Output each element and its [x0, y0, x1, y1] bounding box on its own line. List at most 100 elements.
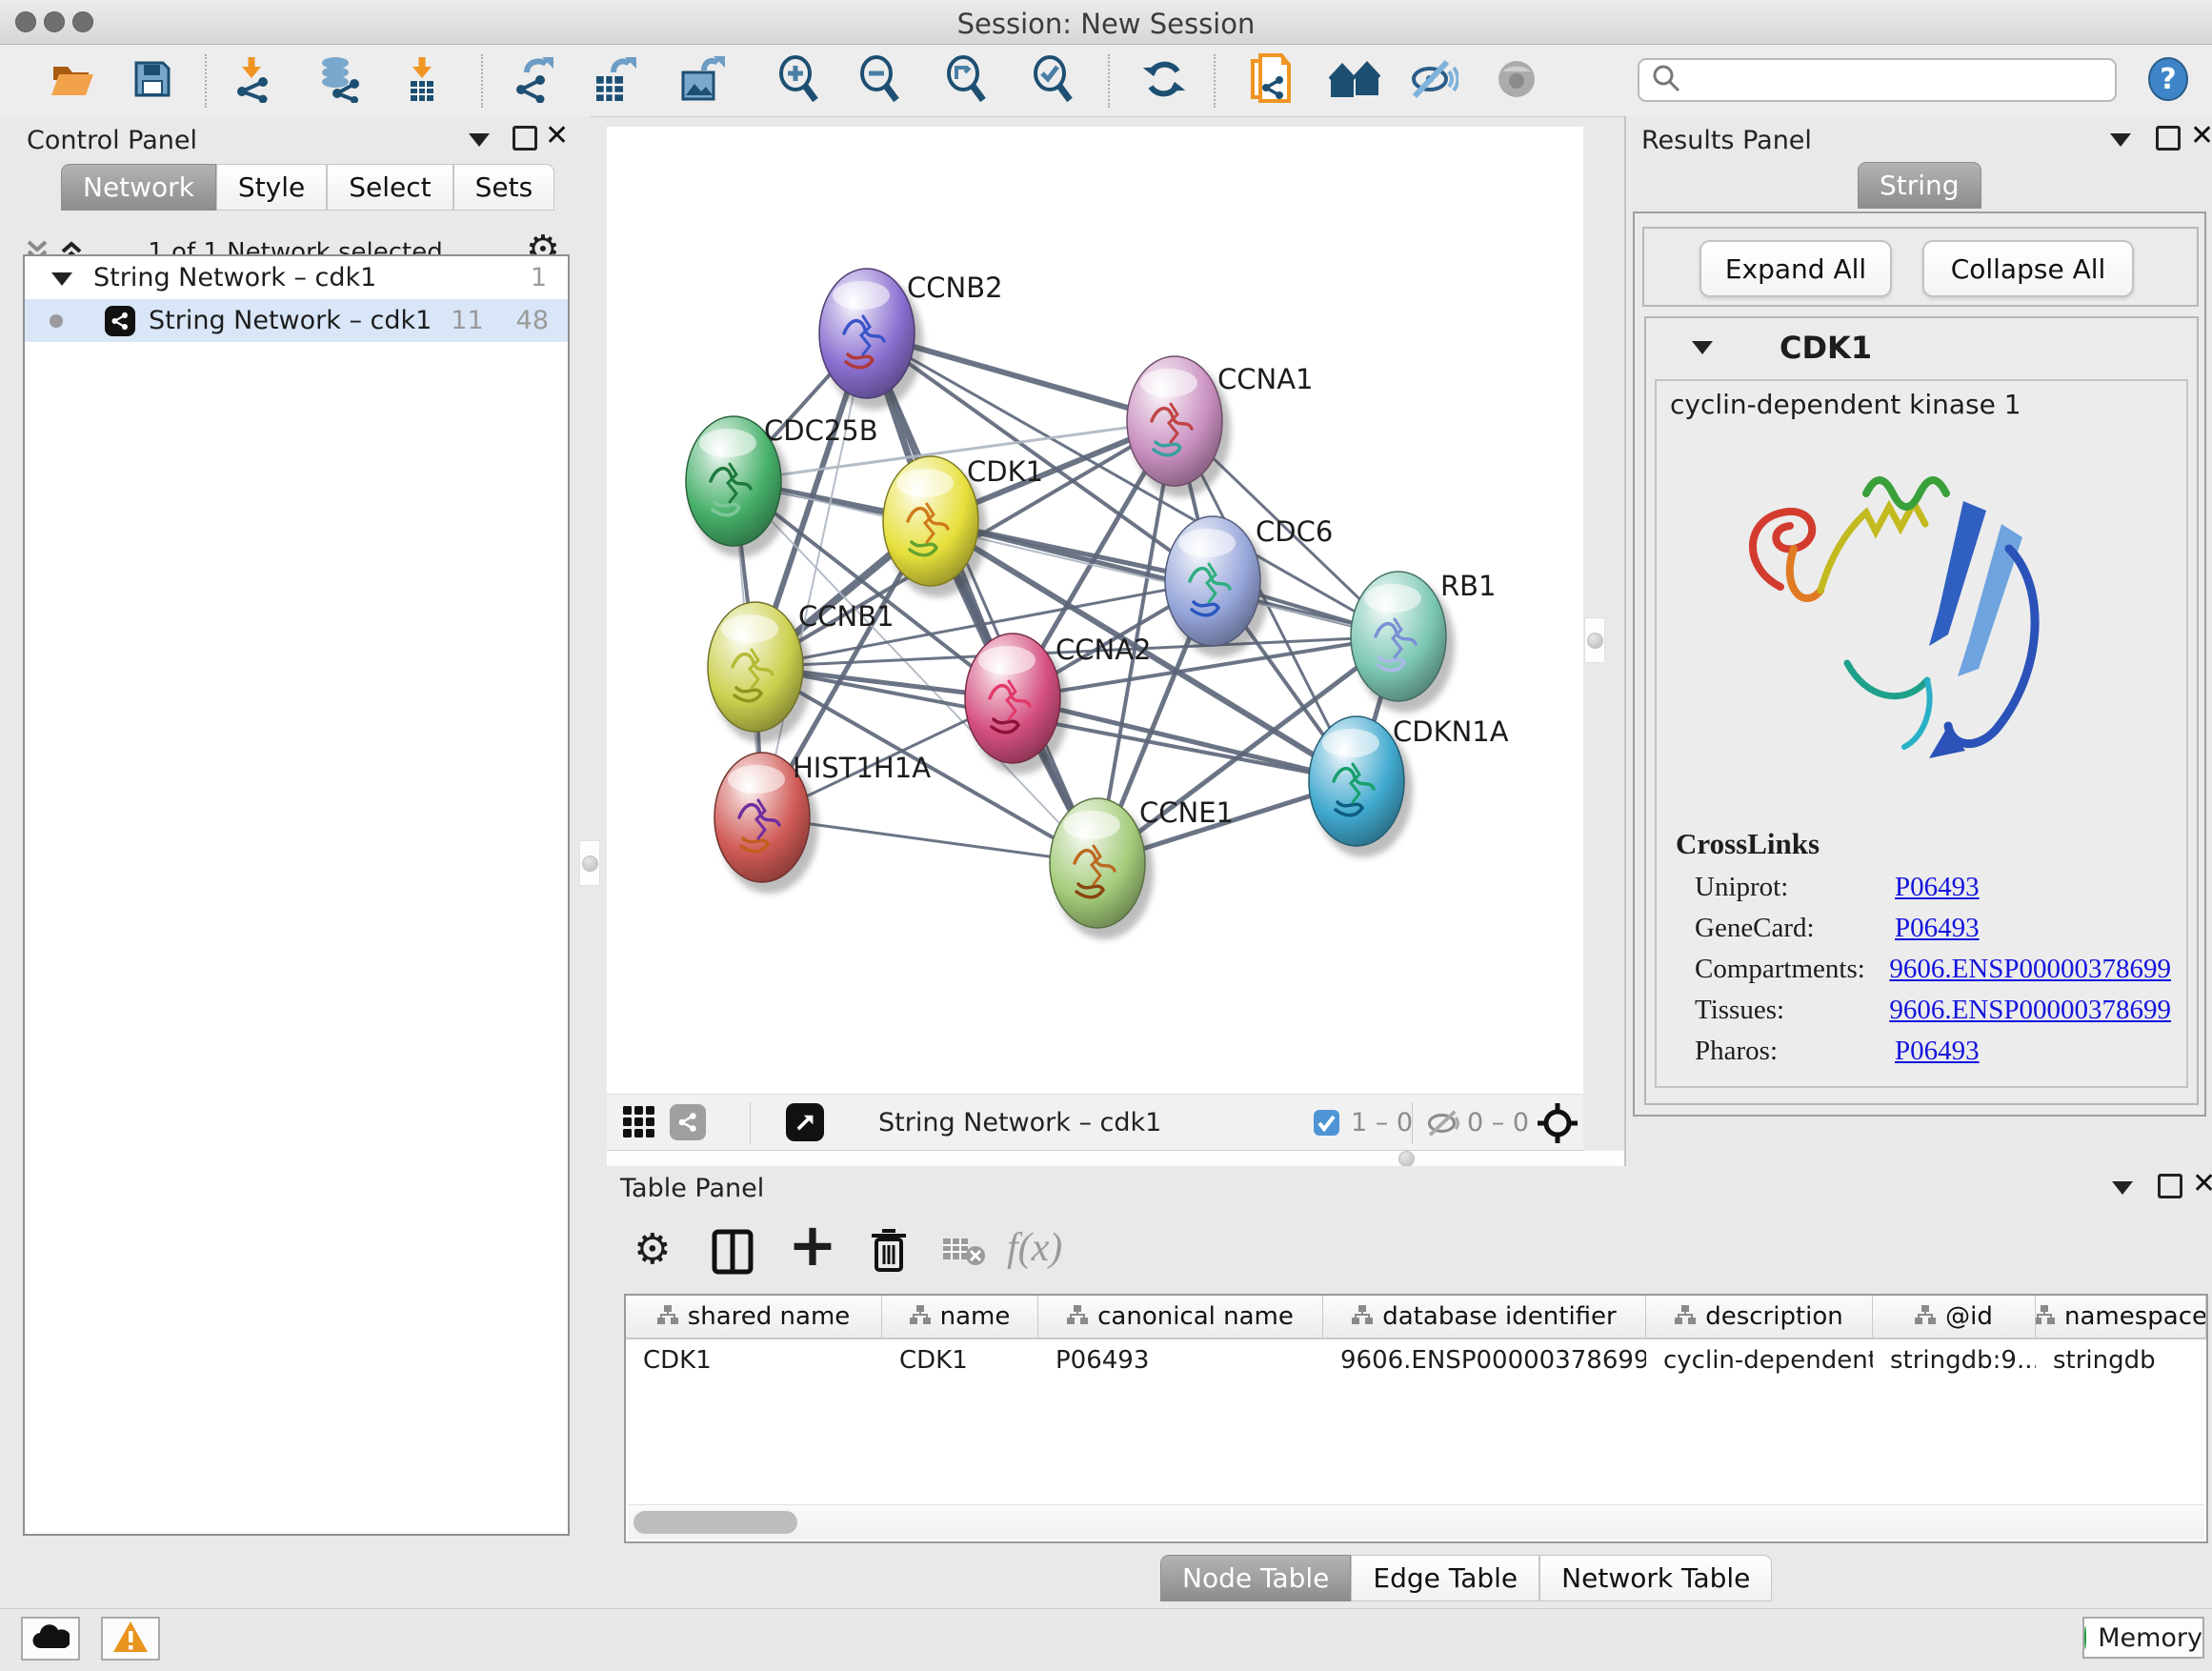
hidden-eye-icon[interactable]	[1424, 1107, 1462, 1143]
network-node[interactable]	[1309, 716, 1404, 846]
grid-view-icon[interactable]	[622, 1105, 656, 1143]
column-header-name[interactable]: name	[882, 1296, 1038, 1338]
cloud-button[interactable]	[21, 1617, 80, 1661]
search-input[interactable]	[1681, 65, 2095, 95]
open-folder-icon	[49, 58, 94, 104]
panel-close-icon[interactable]: ✕	[2192, 1172, 2212, 1197]
table-cell[interactable]: stringdb:9...	[1873, 1339, 2036, 1381]
scrollbar-thumb[interactable]	[633, 1511, 797, 1534]
column-header-database-identifier[interactable]: database identifier	[1323, 1296, 1646, 1338]
crosslink-link[interactable]: P06493	[1895, 1036, 1980, 1067]
tab-network[interactable]: Network	[61, 164, 216, 211]
tab-edge-table[interactable]: Edge Table	[1351, 1555, 1539, 1601]
string-document-icon	[1247, 53, 1295, 109]
refresh-layout-button[interactable]	[1139, 56, 1189, 106]
selected-checkbox-icon[interactable]	[1313, 1109, 1340, 1140]
table-cell[interactable]: P06493	[1038, 1339, 1323, 1381]
warning-button[interactable]	[101, 1617, 160, 1661]
create-column-plus-icon[interactable]: +	[788, 1216, 837, 1275]
help-button[interactable]: ?	[2143, 56, 2193, 106]
save-session-button[interactable]	[128, 56, 177, 106]
column-header-shared-name[interactable]: shared name	[626, 1296, 882, 1338]
column-header-canonical-name[interactable]: canonical name	[1038, 1296, 1323, 1338]
column-header-description[interactable]: description	[1646, 1296, 1873, 1338]
panel-menu-icon[interactable]	[2110, 133, 2131, 147]
network-canvas[interactable]: CCNB2CCNA1CDC25BCDK1CDC6RB1CCNB1CCNA2CDK…	[607, 127, 1583, 1094]
crosshair-icon[interactable]	[1536, 1101, 1579, 1149]
zoom-selected-button[interactable]	[1029, 56, 1078, 106]
table-cell[interactable]: stringdb	[2036, 1339, 2206, 1381]
birdseye-view-icon[interactable]	[786, 1103, 824, 1141]
tab-node-table[interactable]: Node Table	[1160, 1555, 1351, 1601]
panel-float-icon[interactable]	[513, 126, 537, 151]
tab-select[interactable]: Select	[327, 164, 452, 211]
crosslinks-list: Uniprot:P06493GeneCard:P06493Compartment…	[1657, 862, 2171, 1067]
network-node[interactable]	[1165, 516, 1260, 646]
show-columns-icon[interactable]	[712, 1229, 754, 1278]
crosslink-link[interactable]: P06493	[1895, 913, 1980, 944]
network-node[interactable]	[1050, 798, 1145, 928]
string-import-button[interactable]	[1246, 56, 1296, 106]
table-horizontal-scrollbar[interactable]	[628, 1504, 2204, 1540]
export-table-button[interactable]	[590, 56, 639, 106]
import-table-button[interactable]	[397, 56, 447, 106]
card-collapse-icon[interactable]	[1692, 341, 1713, 354]
function-builder-icon[interactable]: f(x)	[1007, 1225, 1062, 1271]
network-collection-row[interactable]: String Network – cdk1 1	[25, 256, 568, 299]
crosslink-link[interactable]: 9606.ENSP00000378699	[1889, 995, 2171, 1026]
delete-column-trash-icon[interactable]	[869, 1225, 909, 1278]
eye-gray-icon	[1493, 56, 1540, 106]
delete-table-icon[interactable]	[942, 1235, 986, 1271]
show-graphics-button[interactable]	[1492, 56, 1541, 106]
network-node[interactable]	[1351, 572, 1446, 701]
string-hide-button[interactable]	[1409, 56, 1458, 106]
tab-sets[interactable]: Sets	[453, 164, 555, 211]
expand-all-button[interactable]: Expand All	[1699, 240, 1892, 297]
panel-menu-icon[interactable]	[469, 133, 490, 147]
network-edge[interactable]	[762, 333, 867, 817]
panel-menu-icon[interactable]	[2112, 1181, 2133, 1195]
import-network-database-button[interactable]	[315, 56, 365, 106]
network-node[interactable]	[965, 634, 1060, 763]
zoom-fit-button[interactable]	[942, 56, 992, 106]
open-session-button[interactable]	[47, 56, 96, 106]
vertical-splitter-handle[interactable]	[579, 840, 600, 886]
network-node[interactable]	[1127, 356, 1222, 486]
tree-expand-icon[interactable]	[51, 263, 72, 292]
tab-network-table[interactable]: Network Table	[1539, 1555, 1772, 1601]
search-field[interactable]	[1638, 58, 2117, 102]
org-chart-icon	[1067, 1302, 1088, 1331]
zoom-out-button[interactable]	[855, 56, 905, 106]
table-row[interactable]: CDK1CDK1P064939606.ENSP00000378699cyclin…	[626, 1339, 2206, 1381]
zoom-in-button[interactable]	[774, 56, 824, 106]
network-node[interactable]	[883, 456, 978, 586]
network-node[interactable]	[708, 602, 803, 732]
panel-float-icon[interactable]	[2158, 1174, 2182, 1198]
table-cell[interactable]: 9606.ENSP00000378699	[1323, 1339, 1646, 1381]
horizontal-splitter-dot[interactable]	[1398, 1151, 1415, 1167]
export-image-button[interactable]	[676, 56, 726, 106]
network-row[interactable]: String Network – cdk1 11 48	[25, 299, 568, 342]
crosslink-link[interactable]: P06493	[1895, 872, 1980, 903]
table-cell[interactable]: cyclin-dependent ...	[1646, 1339, 1873, 1381]
collapse-all-button[interactable]: Collapse All	[1922, 240, 2134, 297]
tab-style[interactable]: Style	[216, 164, 327, 211]
tab-string[interactable]: String	[1858, 162, 1981, 209]
vertical-splitter-handle[interactable]	[1584, 617, 1605, 663]
network-node[interactable]	[819, 269, 915, 398]
panel-close-icon[interactable]: ✕	[545, 124, 569, 149]
crosslink-link[interactable]: 9606.ENSP00000378699	[1889, 954, 2171, 985]
column-header-@id[interactable]: @id	[1873, 1296, 2036, 1338]
import-network-button[interactable]	[227, 56, 276, 106]
panel-close-icon[interactable]: ✕	[2190, 124, 2212, 149]
crosslink-label: Compartments:	[1695, 954, 1889, 985]
table-cell[interactable]: CDK1	[882, 1339, 1038, 1381]
export-network-button[interactable]	[511, 56, 560, 106]
column-header-namespace[interactable]: namespace	[2036, 1296, 2206, 1338]
table-settings-gear-icon[interactable]: ⚙	[633, 1229, 671, 1271]
string-home-button[interactable]	[1330, 56, 1379, 106]
network-share-view-icon[interactable]	[670, 1104, 706, 1140]
panel-float-icon[interactable]	[2156, 126, 2181, 151]
memory-button[interactable]: Memory	[2082, 1617, 2204, 1659]
table-cell[interactable]: CDK1	[626, 1339, 882, 1381]
